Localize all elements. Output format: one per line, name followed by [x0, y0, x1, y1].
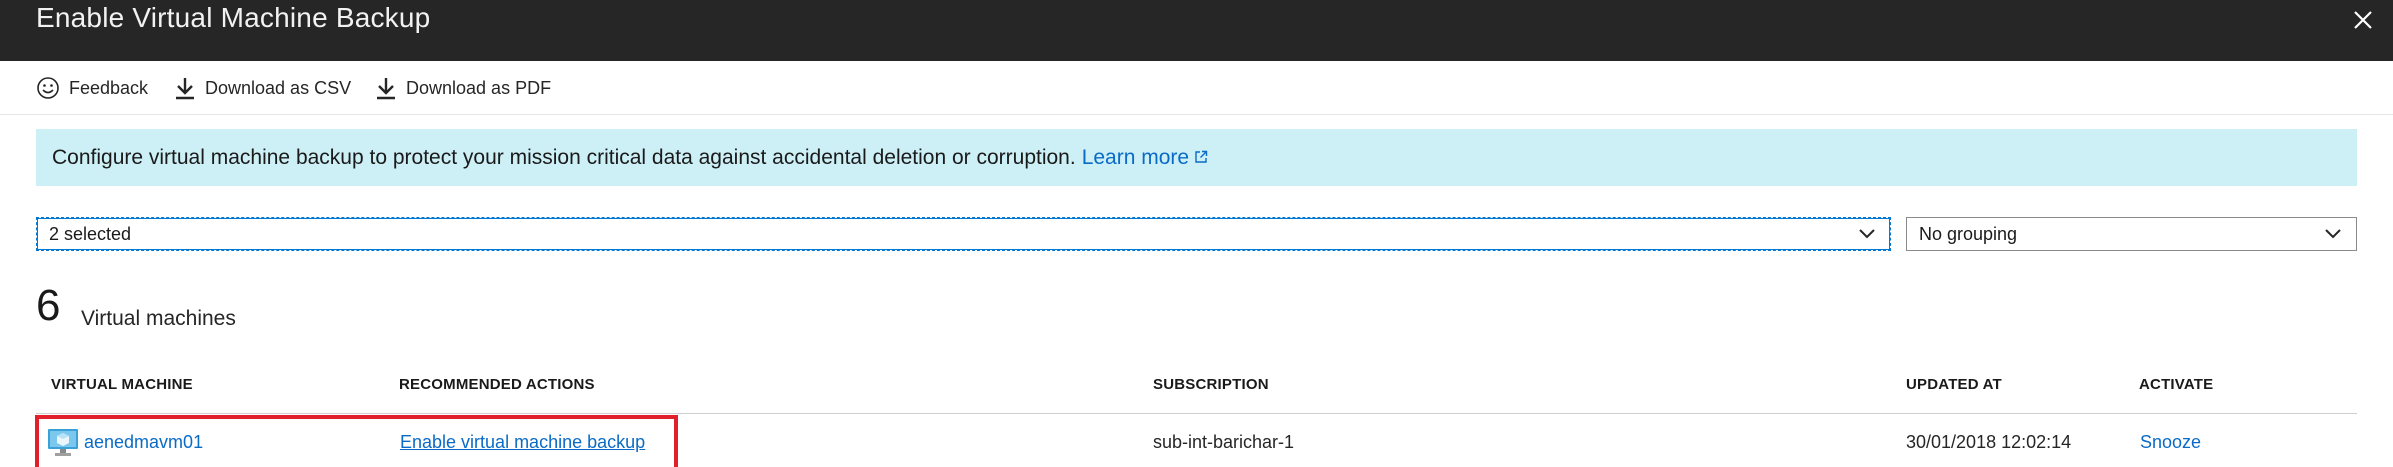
command-bar: Feedback Download as CSV Download as PDF	[0, 61, 2393, 115]
subscription-filter-dropdown[interactable]: 2 selected	[36, 217, 1891, 251]
banner-text: Configure virtual machine backup to prot…	[52, 145, 1076, 169]
vm-count-label: Virtual machines	[81, 307, 236, 330]
close-button[interactable]	[2345, 2, 2381, 38]
column-header-activate[interactable]: ACTIVATE	[2139, 376, 2213, 393]
snooze-link[interactable]: Snooze	[2140, 432, 2201, 453]
vm-name-link[interactable]: aenedmavm01	[84, 432, 203, 453]
external-link-icon	[1194, 146, 1208, 170]
blade-header: Enable Virtual Machine Backup	[0, 0, 2393, 61]
close-icon	[2354, 11, 2372, 29]
download-pdf-label: Download as PDF	[406, 77, 552, 98]
feedback-button[interactable]: Feedback	[36, 73, 148, 103]
chevron-down-icon	[1859, 229, 1875, 239]
info-banner: Configure virtual machine backup to prot…	[36, 129, 2357, 186]
feedback-label: Feedback	[69, 77, 149, 98]
download-icon	[377, 78, 395, 100]
subscription-filter-value: 2 selected	[49, 223, 132, 244]
subscription-cell: sub-int-barichar-1	[1153, 432, 1295, 452]
chevron-down-icon	[2325, 229, 2341, 239]
table-row[interactable]: aenedmavm01 Enable virtual machine backu…	[36, 414, 2357, 467]
smiley-icon	[37, 77, 59, 99]
download-icon	[176, 78, 194, 100]
download-pdf-button[interactable]: Download as PDF	[375, 73, 551, 103]
download-csv-button[interactable]: Download as CSV	[174, 73, 351, 103]
page-title: Enable Virtual Machine Backup	[36, 2, 431, 33]
column-header-recommended-actions[interactable]: RECOMMENDED ACTIONS	[399, 376, 595, 393]
download-csv-label: Download as CSV	[205, 77, 352, 98]
learn-more-link[interactable]: Learn more	[1082, 146, 1189, 170]
column-header-updated-at[interactable]: UPDATED AT	[1906, 376, 2002, 393]
enable-backup-link[interactable]: Enable virtual machine backup	[400, 432, 645, 453]
grouping-dropdown[interactable]: No grouping	[1906, 217, 2357, 251]
vm-count: 6	[36, 281, 61, 330]
virtual-machine-icon	[48, 429, 78, 456]
column-header-subscription[interactable]: SUBSCRIPTION	[1153, 376, 1269, 393]
grouping-value: No grouping	[1919, 223, 2018, 244]
updated-at-cell: 30/01/2018 12:02:14	[1906, 432, 2072, 452]
column-header-virtual-machine[interactable]: VIRTUAL MACHINE	[51, 376, 193, 393]
